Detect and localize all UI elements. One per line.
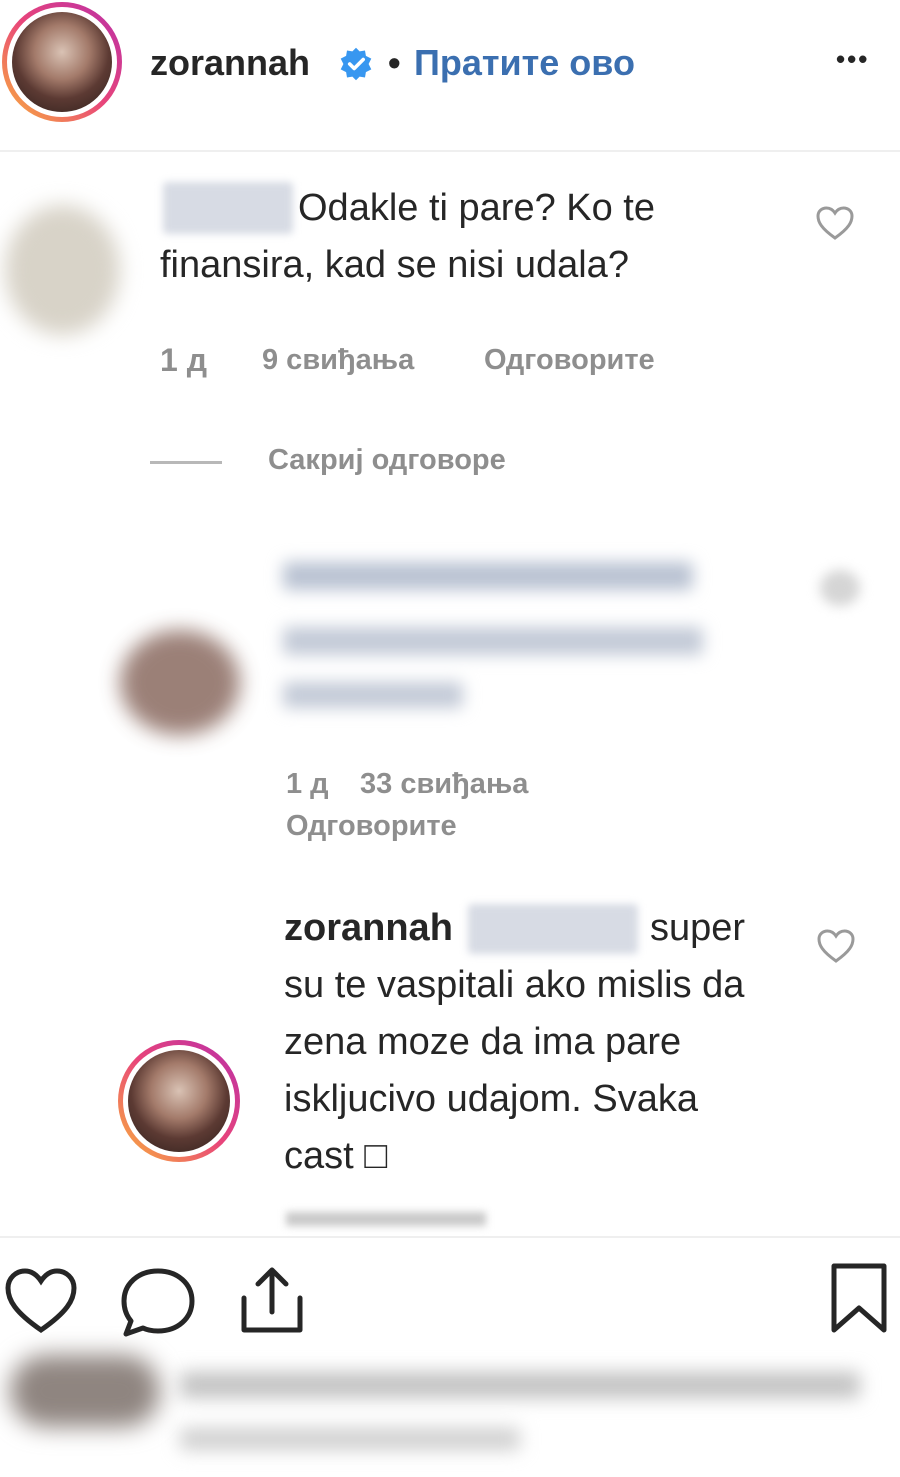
avatar <box>12 12 112 112</box>
avatar <box>128 1050 230 1152</box>
reply-reply-button[interactable]: Одговорите <box>286 810 457 843</box>
reply-like-heart-icon[interactable] <box>816 928 856 964</box>
comment-icon[interactable] <box>118 1266 198 1338</box>
reply-likes[interactable]: 33 свиђања <box>360 768 528 801</box>
reply-time: 1 д <box>286 768 329 800</box>
reply-text-blurred <box>283 552 723 712</box>
comment-likes[interactable]: 9 свиђања <box>262 344 414 377</box>
commenter-avatar[interactable] <box>5 205 120 335</box>
liked-by-avatar-blurred[interactable] <box>10 1355 160 1427</box>
more-options-icon[interactable]: ••• <box>836 44 869 75</box>
replies-line <box>150 461 222 464</box>
reply-avatar-blurred[interactable] <box>120 630 240 735</box>
comment-like-heart-icon[interactable] <box>815 205 855 241</box>
header-separator: • <box>388 42 401 83</box>
hide-replies-button[interactable]: Сакриј одговоре <box>268 444 506 477</box>
header-username[interactable]: zorannah <box>150 42 310 84</box>
comment-text: Odakle ti pare? Ko te finansira, kad se … <box>160 187 655 286</box>
reply-text: super su te vaspitali ako mislis da zena… <box>284 907 746 1177</box>
follow-button[interactable]: Пратите ово <box>414 42 635 84</box>
liked-by-text-blurred <box>180 1370 870 1460</box>
verified-badge-icon <box>338 46 374 82</box>
header-divider <box>0 150 900 152</box>
share-icon[interactable] <box>234 1262 310 1338</box>
reply-author-avatar[interactable] <box>118 1040 240 1162</box>
post-author-avatar[interactable] <box>2 2 122 122</box>
heart-icon[interactable] <box>3 1266 79 1336</box>
cut-off-meta-blurred <box>286 1212 486 1226</box>
comment-time: 1 д <box>160 342 207 378</box>
actions-divider <box>0 1236 900 1238</box>
reply-heart-blurred-icon[interactable] <box>820 570 860 606</box>
bookmark-icon[interactable] <box>826 1262 892 1334</box>
comment-reply-button[interactable]: Одговорите <box>484 344 655 377</box>
